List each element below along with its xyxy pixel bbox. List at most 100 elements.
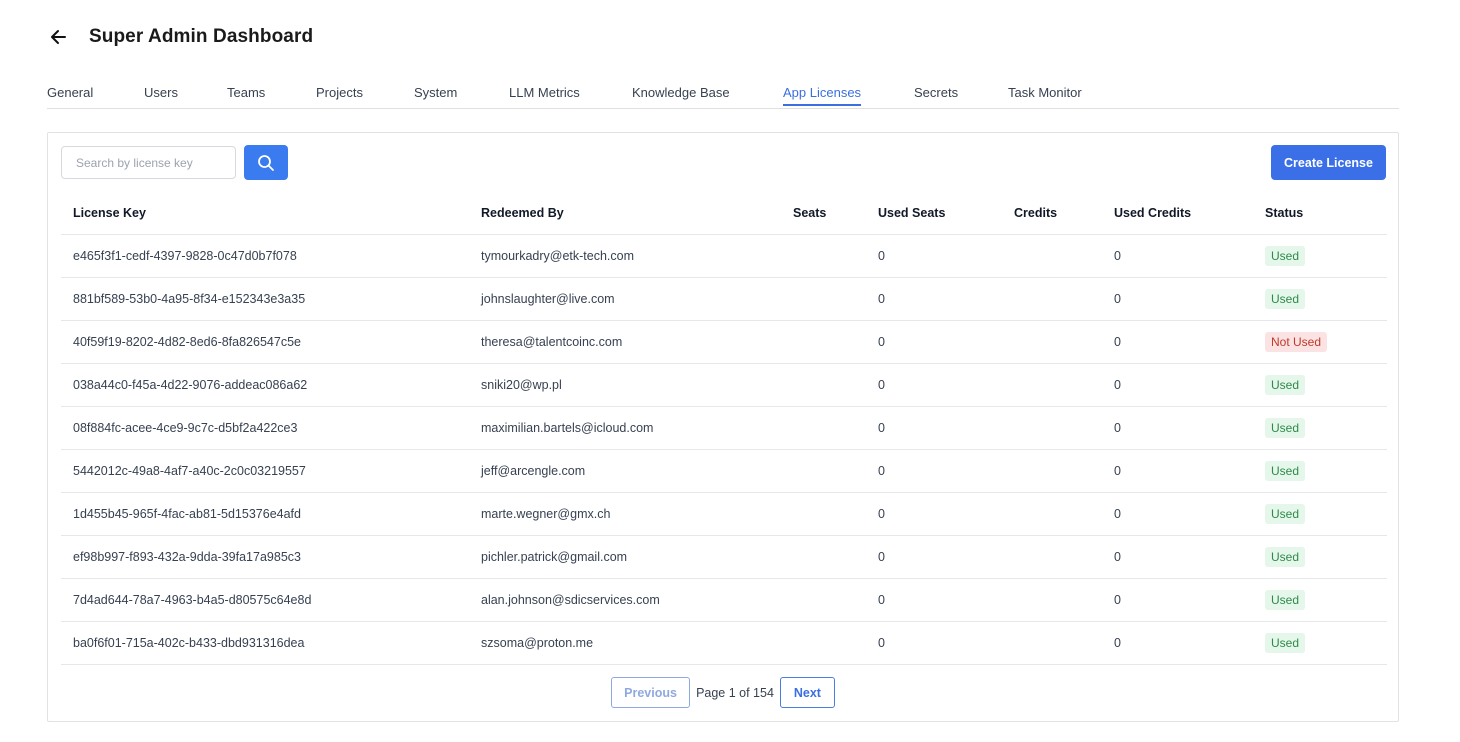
credits-cell [1002,578,1102,622]
credits-cell [1002,406,1102,450]
previous-page-button[interactable]: Previous [611,677,691,708]
column-header-redeemed-by: Redeemed By [469,191,781,235]
redeemed-by-cell: tymourkadry@etk-tech.com [469,234,781,278]
redeemed-by-cell: maximilian.bartels@icloud.com [469,406,781,450]
tab-projects[interactable]: Projects [316,85,363,106]
status-cell: Used [1253,535,1387,579]
page-title: Super Admin Dashboard [89,26,314,47]
tab-app-licenses[interactable]: App Licenses [783,85,862,106]
status-badge: Used [1265,375,1306,395]
search-input[interactable] [61,146,236,179]
license-key-cell: ba0f6f01-715a-402c-b433-dbd931316dea [61,621,469,665]
tab-bar: General Users Teams Projects System LLM … [47,78,1399,109]
license-key-cell: ef98b997-f893-432a-9dda-39fa17a985c3 [61,535,469,579]
column-header-credits: Credits [1002,191,1102,235]
table-row: 881bf589-53b0-4a95-8f34-e152343e3a35 joh… [61,277,1387,321]
tab-llm-metrics[interactable]: LLM Metrics [509,85,580,106]
back-button[interactable] [46,25,70,49]
status-cell: Used [1253,492,1387,536]
used-seats-cell: 0 [866,406,1002,450]
pagination: Previous Page 1 of 154 Next [48,677,1398,708]
table-row: ef98b997-f893-432a-9dda-39fa17a985c3 pic… [61,535,1387,579]
column-header-used-seats: Used Seats [866,191,1002,235]
tab-users[interactable]: Users [144,85,178,106]
license-key-cell: e465f3f1-cedf-4397-9828-0c47d0b7f078 [61,234,469,278]
redeemed-by-cell: pichler.patrick@gmail.com [469,535,781,579]
seats-cell [781,492,866,536]
table-row: 40f59f19-8202-4d82-8ed6-8fa826547c5e the… [61,320,1387,364]
status-badge: Used [1265,418,1306,438]
license-key-cell: 40f59f19-8202-4d82-8ed6-8fa826547c5e [61,320,469,364]
credits-cell [1002,449,1102,493]
table-row: ba0f6f01-715a-402c-b433-dbd931316dea szs… [61,621,1387,665]
redeemed-by-cell: jeff@arcengle.com [469,449,781,493]
used-seats-cell: 0 [866,449,1002,493]
seats-cell [781,320,866,364]
credits-cell [1002,320,1102,364]
search-button[interactable] [244,145,288,180]
arrow-left-icon [51,30,66,44]
tab-task-monitor[interactable]: Task Monitor [1008,85,1082,106]
used-seats-cell: 0 [866,277,1002,321]
used-seats-cell: 0 [866,578,1002,622]
credits-cell [1002,234,1102,278]
used-credits-cell: 0 [1102,449,1253,493]
seats-cell [781,578,866,622]
table-row: 08f884fc-acee-4ce9-9c7c-d5bf2a422ce3 max… [61,406,1387,450]
status-cell: Used [1253,406,1387,450]
credits-cell [1002,535,1102,579]
used-credits-cell: 0 [1102,535,1253,579]
used-seats-cell: 0 [866,492,1002,536]
status-cell: Not Used [1253,320,1387,364]
page-header: Super Admin Dashboard [46,24,313,50]
tab-system[interactable]: System [414,85,457,106]
used-credits-cell: 0 [1102,320,1253,364]
used-seats-cell: 0 [866,535,1002,579]
license-key-cell: 5442012c-49a8-4af7-a40c-2c0c03219557 [61,449,469,493]
used-seats-cell: 0 [866,363,1002,407]
used-seats-cell: 0 [866,320,1002,364]
license-key-cell: 881bf589-53b0-4a95-8f34-e152343e3a35 [61,277,469,321]
seats-cell [781,406,866,450]
column-header-status: Status [1253,191,1387,235]
credits-cell [1002,363,1102,407]
seats-cell [781,277,866,321]
license-key-cell: 038a44c0-f45a-4d22-9076-addeac086a62 [61,363,469,407]
status-cell: Used [1253,449,1387,493]
tab-secrets[interactable]: Secrets [914,85,958,106]
credits-cell [1002,492,1102,536]
page-info: Page 1 of 154 [696,685,774,700]
license-key-cell: 1d455b45-965f-4fac-ab81-5d15376e4afd [61,492,469,536]
used-seats-cell: 0 [866,621,1002,665]
next-page-button[interactable]: Next [779,677,835,708]
table-row: 5442012c-49a8-4af7-a40c-2c0c03219557 jef… [61,449,1387,493]
tab-knowledge-base[interactable]: Knowledge Base [632,85,730,106]
table-header-row: License Key Redeemed By Seats Used Seats… [61,191,1387,235]
used-credits-cell: 0 [1102,621,1253,665]
status-badge: Used [1265,633,1306,653]
used-credits-cell: 0 [1102,406,1253,450]
status-cell: Used [1253,621,1387,665]
credits-cell [1002,621,1102,665]
column-header-used-credits: Used Credits [1102,191,1253,235]
status-badge: Used [1265,461,1306,481]
used-credits-cell: 0 [1102,578,1253,622]
licenses-card: Create License License Key Redeemed By S… [47,132,1399,722]
column-header-seats: Seats [781,191,866,235]
seats-cell [781,234,866,278]
column-header-license-key: License Key [61,191,469,235]
used-seats-cell: 0 [866,234,1002,278]
status-cell: Used [1253,234,1387,278]
used-credits-cell: 0 [1102,492,1253,536]
status-cell: Used [1253,277,1387,321]
status-badge: Used [1265,547,1306,567]
tab-general[interactable]: General [47,85,93,106]
license-key-cell: 7d4ad644-78a7-4963-b4a5-d80575c64e8d [61,578,469,622]
redeemed-by-cell: marte.wegner@gmx.ch [469,492,781,536]
status-badge: Used [1265,246,1306,266]
create-license-button[interactable]: Create License [1271,145,1386,180]
tab-teams[interactable]: Teams [227,85,265,106]
table-row: 7d4ad644-78a7-4963-b4a5-d80575c64e8d ala… [61,578,1387,622]
seats-cell [781,363,866,407]
used-credits-cell: 0 [1102,277,1253,321]
